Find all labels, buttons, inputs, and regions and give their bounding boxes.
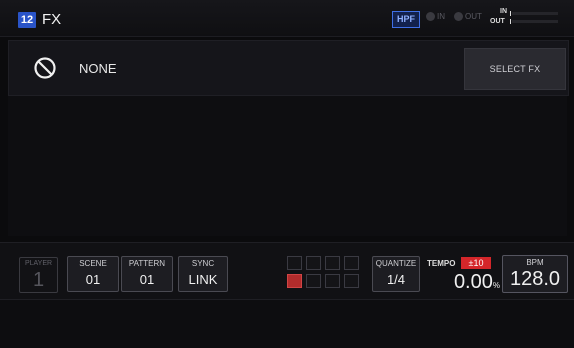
bpm-value: 128.0 [509, 268, 561, 290]
scene-label: SCENE [79, 259, 107, 268]
control-bar: PLAYER 1 SCENE 01 PATTERN 01 SYNC LINK Q… [0, 242, 574, 300]
player-label: PLAYER [24, 260, 53, 267]
out-indicator: OUT [454, 12, 482, 22]
meter-in-track [512, 12, 558, 15]
headphone-in-icon [426, 12, 435, 22]
quantize-label: QUANTIZE [375, 259, 417, 268]
step-pad[interactable] [325, 274, 340, 288]
tempo-unit: % [492, 281, 500, 290]
sync-button[interactable]: SYNC LINK [178, 256, 228, 292]
step-pad[interactable] [344, 274, 359, 288]
fx-name: NONE [79, 61, 117, 76]
step-pad[interactable] [306, 256, 321, 270]
sync-value: LINK [188, 272, 218, 287]
out-label: OUT [465, 12, 482, 21]
player-value: 1 [32, 269, 45, 291]
step-pad[interactable] [306, 274, 321, 288]
pattern-button[interactable]: PATTERN 01 [121, 256, 173, 292]
bpm-display[interactable]: BPM 128.0 [502, 255, 568, 293]
headphone-out-icon [454, 12, 463, 22]
top-bar: 12 FX HPF IN OUT IN OUT [0, 0, 574, 37]
page-title: FX [42, 11, 62, 28]
fx-parameter-area [8, 96, 567, 236]
quantize-button[interactable]: QUANTIZE 1/4 [372, 256, 420, 292]
pattern-label: PATTERN [128, 259, 166, 268]
tempo-range-button[interactable]: ±10 [461, 257, 491, 269]
player-display: PLAYER 1 [19, 257, 58, 293]
tempo-display: 0.00% [440, 271, 500, 294]
step-pad[interactable] [287, 274, 302, 288]
tempo-value: 0.00 [453, 271, 493, 293]
meter-out-track [512, 20, 558, 23]
step-pad[interactable] [344, 256, 359, 270]
sync-label: SYNC [191, 259, 215, 268]
channel-badge: 12 [18, 12, 36, 28]
meter-out-tick [510, 19, 511, 24]
footer-area [0, 300, 574, 348]
scene-value: 01 [85, 272, 101, 287]
in-indicator: IN [426, 12, 445, 22]
meter-out-label: OUT [490, 18, 505, 25]
hpf-button[interactable]: HPF [392, 11, 420, 28]
fx-slot[interactable]: NONE SELECT FX [8, 40, 569, 96]
prohibited-icon [34, 57, 56, 79]
pattern-value: 01 [139, 272, 155, 287]
tempo-label: TEMPO [427, 259, 456, 268]
step-pad[interactable] [325, 256, 340, 270]
step-pad[interactable] [287, 256, 302, 270]
in-label: IN [437, 12, 445, 21]
bpm-label: BPM [526, 258, 544, 267]
quantize-value: 1/4 [386, 272, 406, 287]
meter-in-label: IN [500, 8, 507, 15]
select-fx-button[interactable]: SELECT FX [464, 48, 566, 90]
meter-in-tick [510, 11, 511, 16]
scene-button[interactable]: SCENE 01 [67, 256, 119, 292]
